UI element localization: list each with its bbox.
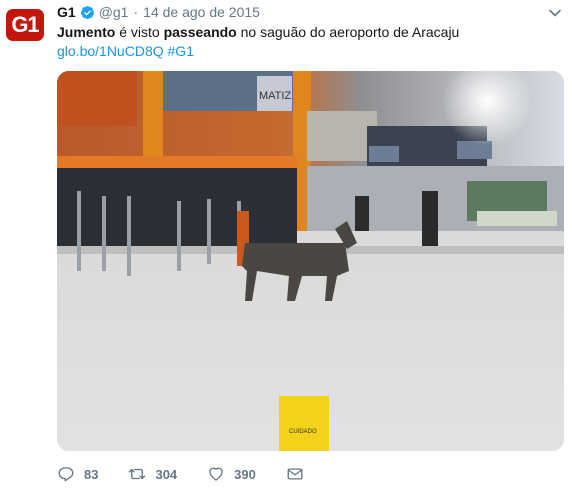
author-name[interactable]: G1 xyxy=(57,4,76,20)
reply-button[interactable]: 83 xyxy=(57,465,98,483)
tweet-card: G1 G1 @g1 · 14 de ago de 2015 Jumento é … xyxy=(0,0,572,500)
retweet-button[interactable]: 304 xyxy=(128,465,177,483)
retweet-icon xyxy=(129,468,146,480)
g1-logo: G1 xyxy=(6,9,44,41)
reply-count: 83 xyxy=(84,466,99,482)
author-handle[interactable]: @g1 xyxy=(99,4,129,20)
separator-dot: · xyxy=(133,4,139,20)
tweet-text: Jumento é visto passeando no saguão do a… xyxy=(57,23,562,42)
tweet-links: glo.bo/1NuCD8Q #G1 xyxy=(57,42,194,61)
short-link[interactable]: glo.bo/1NuCD8Q xyxy=(57,43,164,59)
matiz-sign-text: MATIZ xyxy=(259,90,291,102)
text-bold-jumento: Jumento xyxy=(57,24,116,40)
airport-photo: MATIZ CUIDADO xyxy=(57,71,564,451)
like-button[interactable]: 390 xyxy=(207,465,256,483)
verified-icon xyxy=(80,5,94,19)
tweet-header: G1 @g1 · 14 de ago de 2015 xyxy=(57,3,260,21)
heart-icon xyxy=(209,467,223,481)
envelope-icon xyxy=(287,468,303,480)
text-bold-passeando: passeando xyxy=(163,24,237,40)
tweet-media[interactable]: MATIZ CUIDADO xyxy=(57,71,564,451)
tweet-actions: 83 304 390 xyxy=(57,462,334,486)
wet-floor-sign-text: CUIDADO xyxy=(289,429,317,435)
hashtag-link[interactable]: #G1 xyxy=(168,43,194,59)
tweet-date[interactable]: 14 de ago de 2015 xyxy=(143,4,260,20)
avatar[interactable]: G1 xyxy=(6,6,44,44)
like-count: 390 xyxy=(234,466,256,482)
direct-message-button[interactable] xyxy=(286,465,304,483)
text-part-2: é visto xyxy=(115,24,164,40)
chevron-down-icon[interactable] xyxy=(548,6,562,20)
text-part-3: no saguão do aeroporto de Aracaju xyxy=(236,24,460,40)
reply-icon xyxy=(58,467,74,482)
retweet-count: 304 xyxy=(155,466,178,482)
